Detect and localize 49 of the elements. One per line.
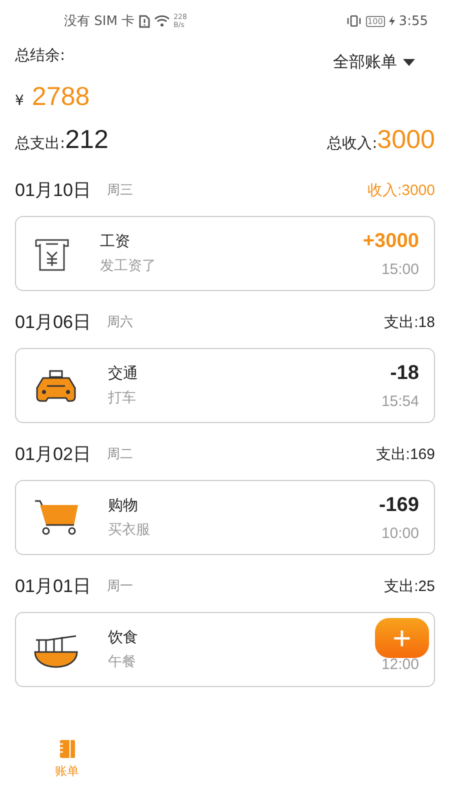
balance-label: 总结余: — [15, 46, 66, 65]
entry-amount: -18 — [390, 362, 419, 384]
entry-amount: +3000 — [362, 230, 419, 252]
caret-icon — [403, 59, 415, 66]
day-date: 01月06日 — [15, 311, 92, 334]
entry-card[interactable]: 工资 发工资了 +3000 15:00 — [15, 216, 435, 291]
day-total: 支出:25 — [384, 576, 435, 596]
entry-note: 午餐 — [108, 653, 137, 671]
entry-amount: -169 — [378, 494, 419, 516]
cart-icon — [34, 500, 78, 536]
entry-card[interactable]: 交通 打车 -18 15:54 — [15, 348, 435, 423]
entry-category: 饮食 — [108, 628, 139, 647]
entry-note: 打车 — [108, 389, 137, 407]
clock-time: 3:55 — [398, 14, 428, 28]
day-total: 支出:18 — [384, 312, 435, 332]
entry-time: 10:00 — [381, 524, 419, 542]
carrier-text: 没有 SIM 卡 — [64, 13, 135, 30]
expense-label: 总支出: — [15, 134, 66, 153]
weekday: 周一 — [107, 578, 134, 595]
entry-time: 15:00 — [381, 260, 419, 278]
entry-note: 买衣服 — [108, 521, 151, 539]
entry-card[interactable]: 购物 买衣服 -169 10:00 — [15, 480, 435, 555]
taxi-icon — [34, 368, 78, 404]
day-date: 01月01日 — [15, 575, 92, 598]
entry-note: 发工资了 — [100, 257, 157, 275]
currency-sign: ¥ — [15, 93, 24, 109]
balance-amount: 2788 — [32, 81, 90, 112]
filter-dropdown[interactable]: 全部账单 — [333, 52, 415, 73]
entry-category: 购物 — [108, 496, 139, 515]
entry-category: 工资 — [100, 232, 131, 251]
entry-category: 交通 — [108, 364, 139, 383]
day-date: 01月10日 — [15, 179, 92, 202]
weekday: 周三 — [107, 182, 134, 199]
weekday: 周二 — [107, 446, 134, 463]
day-total: 支出:169 — [376, 444, 435, 464]
weekday: 周六 — [107, 314, 134, 331]
vibrate-icon — [346, 15, 362, 27]
charging-icon — [388, 16, 395, 26]
battery-level: 100 — [366, 16, 385, 26]
income-label: 总收入: — [327, 134, 378, 153]
income-amount: 3000 — [377, 124, 435, 155]
sim-alert-icon — [138, 14, 150, 28]
day-total: 收入:3000 — [367, 180, 435, 200]
wifi-icon — [154, 15, 170, 27]
day-date: 01月02日 — [15, 443, 92, 466]
entry-time: 15:54 — [381, 392, 419, 410]
entry-time: 12:00 — [381, 656, 419, 673]
expense-amount: 212 — [65, 124, 108, 155]
notebook-icon — [57, 738, 77, 758]
